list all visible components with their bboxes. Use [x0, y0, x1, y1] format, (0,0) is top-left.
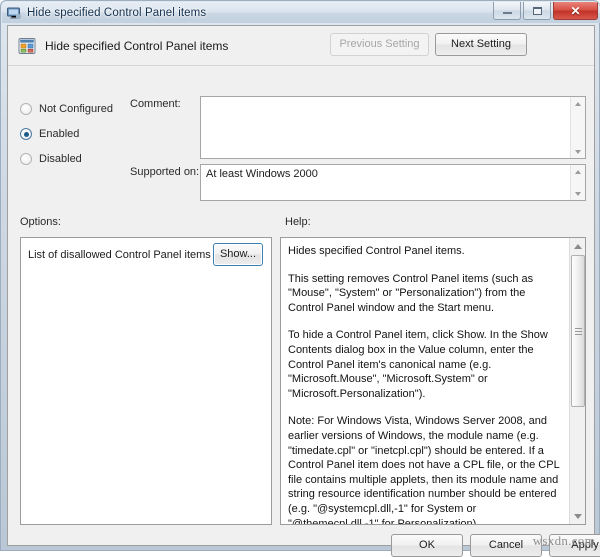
radio-not-configured-label: Not Configured: [39, 103, 113, 115]
setting-title: Hide specified Control Panel items: [45, 38, 229, 53]
scrollbar-grip-icon: [575, 328, 582, 335]
setting-header: Hide specified Control Panel items Previ…: [8, 26, 594, 66]
radio-disabled[interactable]: Disabled: [20, 151, 82, 167]
window-controls: ✕: [493, 2, 598, 20]
dialog-window: Hide specified Control Panel items ✕ Hid…: [0, 0, 600, 557]
watermark: wsxdn.com: [532, 533, 595, 548]
help-scroll-down-icon[interactable]: [570, 508, 585, 524]
title-bar[interactable]: Hide specified Control Panel items ✕: [2, 2, 600, 23]
comment-scroll-down-icon[interactable]: [571, 145, 585, 158]
help-paragraph: Note: For Windows Vista, Windows Server …: [288, 415, 560, 524]
radio-disabled-label: Disabled: [39, 153, 82, 165]
help-paragraph: To hide a Control Panel item, click Show…: [288, 329, 548, 400]
supported-on-scrollbar[interactable]: [570, 165, 585, 200]
dialog-client-area: Hide specified Control Panel items Previ…: [7, 25, 600, 557]
close-button[interactable]: ✕: [553, 2, 598, 20]
supported-scroll-down-icon[interactable]: [571, 187, 585, 200]
cancel-button[interactable]: Cancel: [470, 534, 542, 557]
radio-enabled-label: Enabled: [39, 128, 80, 140]
show-button[interactable]: Show...: [213, 243, 263, 266]
radio-enabled[interactable]: Enabled: [20, 126, 79, 142]
help-scrollbar-thumb[interactable]: [571, 255, 585, 407]
help-panel: Hides specified Control Panel items. Thi…: [280, 237, 586, 525]
previous-setting-button[interactable]: Previous Setting: [330, 33, 429, 56]
supported-on-value: At least Windows 2000: [206, 168, 318, 180]
help-paragraph: This setting removes Control Panel items…: [288, 272, 534, 314]
help-scrollbar[interactable]: [569, 238, 585, 524]
radio-enabled-indicator: [20, 128, 32, 140]
computer-monitor-icon: [6, 5, 22, 21]
window-title: Hide specified Control Panel items: [27, 6, 207, 19]
radio-disabled-indicator: [20, 153, 32, 165]
help-label: Help:: [285, 216, 311, 228]
comment-input[interactable]: [200, 96, 586, 159]
supported-on-label: Supported on:: [130, 166, 200, 178]
maximize-icon: [532, 6, 542, 15]
radio-not-configured[interactable]: Not Configured: [20, 101, 113, 117]
option-item-label: List of disallowed Control Panel items: [28, 249, 211, 261]
help-text: Hides specified Control Panel items. Thi…: [281, 238, 570, 524]
close-icon: ✕: [570, 3, 581, 18]
help-scroll-up-icon[interactable]: [570, 238, 585, 254]
radio-not-configured-indicator: [20, 103, 32, 115]
comment-scrollbar[interactable]: [570, 97, 585, 158]
minimize-button[interactable]: [493, 2, 521, 20]
ok-button[interactable]: OK: [391, 534, 463, 557]
help-paragraph: Hides specified Control Panel items.: [288, 245, 465, 257]
next-setting-button[interactable]: Next Setting: [435, 33, 527, 56]
control-panel-icon: [17, 36, 37, 56]
comment-label: Comment:: [130, 98, 181, 110]
options-label: Options:: [20, 216, 61, 228]
minimize-icon: [502, 12, 512, 14]
supported-scroll-up-icon[interactable]: [571, 165, 585, 178]
comment-scroll-up-icon[interactable]: [571, 97, 585, 110]
supported-on-field: At least Windows 2000: [200, 164, 586, 201]
maximize-button[interactable]: [523, 2, 551, 20]
options-panel: List of disallowed Control Panel items S…: [20, 237, 272, 525]
